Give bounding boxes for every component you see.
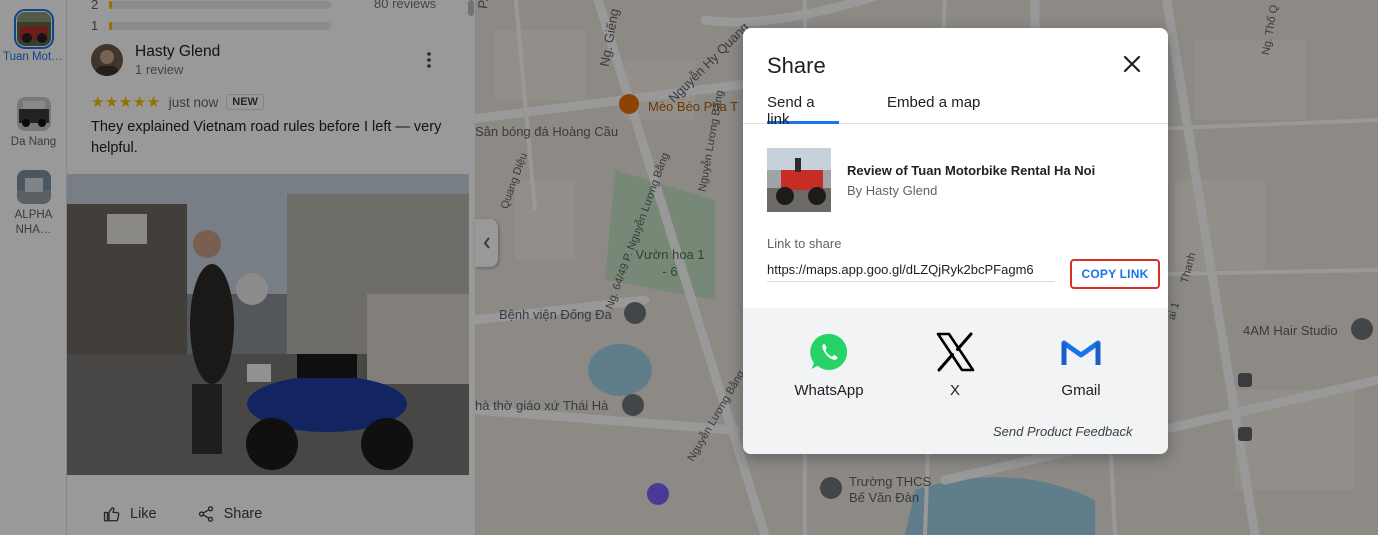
share-whatsapp-button[interactable]: WhatsApp [779,330,879,399]
preview-title: Review of Tuan Motorbike Rental Ha Noi [847,162,1096,178]
share-link-field[interactable]: https://maps.app.goo.gl/dLZQjRyk2bcPFagm… [767,262,1055,282]
share-preview: Review of Tuan Motorbike Rental Ha Noi B… [767,148,1095,212]
dialog-title: Share [767,53,826,78]
tab-embed-a-map[interactable]: Embed a map [887,94,980,124]
share-option-label: WhatsApp [794,382,864,399]
send-feedback-link[interactable]: Send Product Feedback [993,424,1132,439]
close-icon[interactable] [1122,54,1142,74]
preview-thumbnail [767,148,831,212]
share-dialog: Share Send a link Embed a map Review of … [743,28,1168,454]
x-icon [905,330,1005,374]
share-tabs: Send a link Embed a map [743,92,1168,128]
copy-link-button[interactable]: COPY LINK [1070,259,1160,289]
gmail-icon [1031,330,1131,374]
share-option-label: Gmail [1061,382,1101,399]
share-option-label: X [949,382,960,399]
share-gmail-button[interactable]: Gmail [1031,330,1131,399]
tab-send-a-link[interactable]: Send a link [767,94,839,128]
link-label: Link to share [767,236,842,251]
whatsapp-icon [779,330,879,374]
modal-backdrop[interactable] [0,0,1378,535]
preview-author: By Hasty Glend [847,182,938,198]
share-x-button[interactable]: X [905,330,1005,399]
share-targets: WhatsApp X Gmail Send Product Feedback [743,308,1168,454]
